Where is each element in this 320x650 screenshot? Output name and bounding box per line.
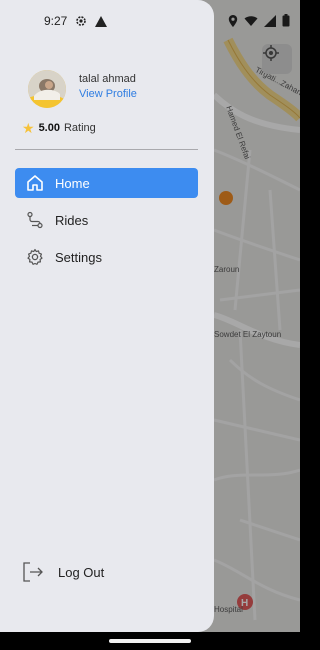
status-icons: [228, 14, 290, 27]
menu-item-rides[interactable]: Rides: [15, 205, 198, 235]
view-profile-link[interactable]: View Profile: [79, 88, 137, 100]
rating-value: 5.00: [38, 122, 60, 134]
location-icon: [228, 14, 238, 27]
menu-item-home[interactable]: Home: [15, 168, 198, 198]
status-bar-left: 9:27: [44, 14, 108, 28]
home-gesture-handle[interactable]: [109, 639, 191, 643]
avatar[interactable]: [28, 70, 66, 108]
navigation-drawer: 9:27 talal ahmad View Profile ★ 5.00 Rat…: [0, 0, 214, 632]
profile-photo: [28, 70, 66, 108]
signal-icon: [264, 14, 276, 27]
user-name: talal ahmad: [79, 73, 136, 85]
divider: [15, 149, 198, 150]
battery-icon: [282, 14, 290, 27]
wifi-icon: [244, 15, 258, 26]
home-icon: [15, 174, 55, 192]
warning-triangle-icon: [95, 15, 108, 27]
route-icon: [15, 211, 55, 229]
logout-label: Log Out: [58, 564, 105, 580]
rating-label: Rating: [63, 122, 96, 134]
gear-icon: [15, 248, 55, 266]
menu-item-label: Home: [55, 175, 90, 191]
menu-item-label: Rides: [55, 212, 89, 228]
rating-display: ★ 5.00 Rating: [22, 121, 96, 135]
settings-status-icon: [76, 16, 87, 26]
menu-item-settings[interactable]: Settings: [15, 242, 198, 272]
menu-item-label: Settings: [55, 249, 102, 265]
status-time: 9:27: [44, 14, 68, 28]
logout-icon: [23, 562, 43, 582]
star-icon: ★: [22, 120, 35, 136]
logout-button[interactable]: Log Out: [22, 562, 104, 582]
